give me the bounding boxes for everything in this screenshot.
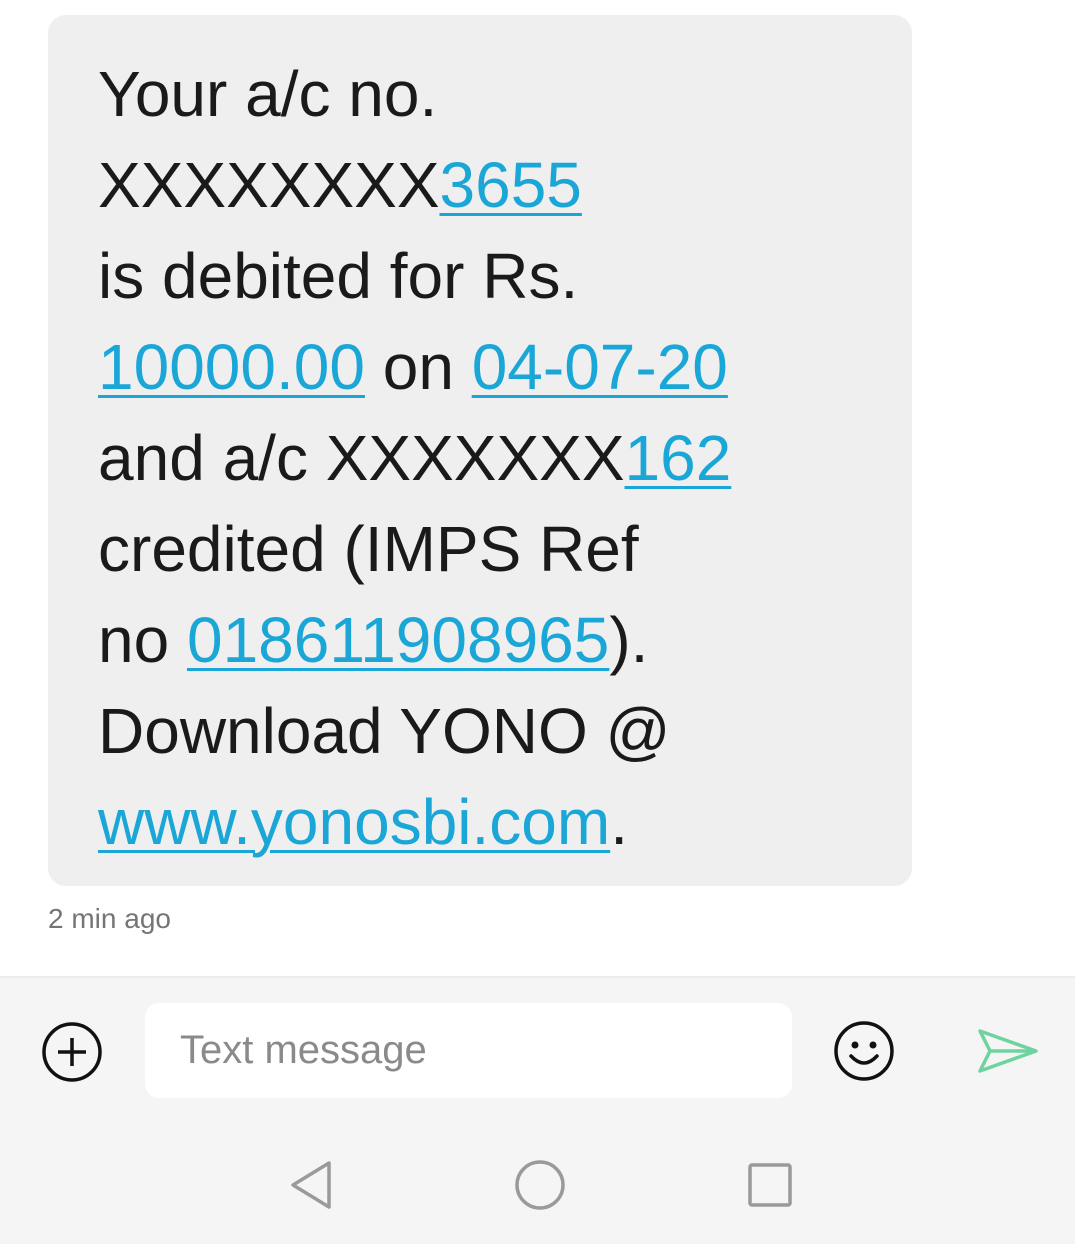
message-line: and a/c XXXXXXX162: [98, 418, 731, 498]
message-line: is debited for Rs.: [98, 236, 578, 316]
message-link[interactable]: 018611908965: [187, 604, 609, 676]
message-line: www.yonosbi.com.: [98, 782, 628, 862]
message-text: Your a/c no.: [98, 58, 438, 130]
recents-square-icon: [748, 1163, 792, 1207]
message-line: credited (IMPS Ref: [98, 509, 639, 589]
messaging-screen: Your a/c no. XXXXXXXX3655 is debited for R…: [0, 0, 1075, 1244]
emoji-smile-icon: [834, 1021, 894, 1081]
message-line: no 018611908965).: [98, 600, 648, 680]
message-link[interactable]: www.yonosbi.com: [98, 786, 610, 858]
message-line: Your a/c no.: [98, 54, 437, 134]
back-triangle-icon: [291, 1161, 331, 1209]
message-text: is debited for Rs.: [98, 240, 579, 312]
message-text: on: [364, 331, 472, 403]
attach-button[interactable]: [40, 1020, 104, 1084]
add-circle-icon: [42, 1022, 102, 1082]
message-timestamp: 2 min ago: [48, 903, 171, 934]
send-button[interactable]: [972, 1024, 1042, 1078]
message-link[interactable]: 162: [625, 422, 732, 494]
send-icon: [978, 1029, 1038, 1073]
message-text: and a/c XXXXXXX: [98, 422, 625, 494]
message-text: credited (IMPS Ref: [98, 513, 639, 585]
message-link[interactable]: 10000.00: [98, 331, 365, 403]
message-text: no: [98, 604, 187, 676]
home-circle-icon: [515, 1160, 565, 1210]
message-input[interactable]: Text message: [145, 1003, 792, 1098]
message-line: Download YONO @: [98, 691, 670, 771]
nav-back-button[interactable]: [280, 1155, 340, 1215]
message-text: XXXXXXXX: [98, 149, 440, 221]
message-text: ).: [609, 604, 649, 676]
emoji-button[interactable]: [832, 1019, 896, 1083]
nav-home-button[interactable]: [510, 1155, 570, 1215]
message-input-placeholder: Text message: [180, 1028, 427, 1072]
message-line: 10000.00 on 04-07-20: [98, 327, 728, 407]
message-text: Download YONO @: [98, 695, 671, 767]
message-text: .: [610, 786, 628, 858]
message-link[interactable]: 3655: [440, 149, 582, 221]
message-link[interactable]: 04-07-20: [472, 331, 728, 403]
nav-recents-button[interactable]: [740, 1155, 800, 1215]
message-line: XXXXXXXX3655: [98, 145, 582, 225]
